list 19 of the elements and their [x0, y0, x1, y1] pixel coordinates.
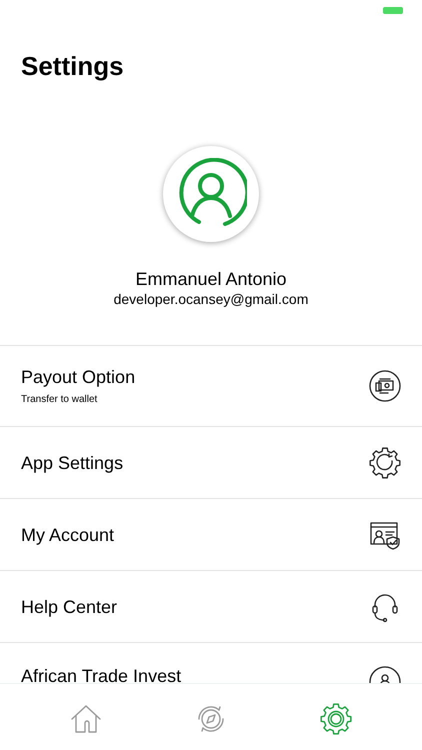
settings-row[interactable]: Payout Option Transfer to wallet	[0, 345, 422, 426]
row-label: My Account	[21, 524, 116, 546]
payout-icon	[368, 369, 402, 403]
row-label: App Settings	[21, 452, 124, 474]
battery-icon	[383, 7, 403, 14]
page-title: Settings	[21, 50, 125, 82]
settings-row[interactable]: Help Center	[0, 570, 422, 642]
user-name: Emmanuel Antonio	[135, 268, 287, 290]
row-subtitle: Transfer to wallet	[21, 392, 98, 406]
avatar[interactable]	[163, 146, 259, 242]
row-label: Payout Option	[21, 366, 136, 388]
user-email: developer.ocansey@gmail.com	[114, 290, 308, 308]
settings-icon	[368, 446, 402, 480]
row-label: African Trade Invest	[21, 665, 182, 683]
tab-settings[interactable]	[318, 702, 353, 736]
row-label: Help Center	[21, 596, 118, 618]
settings-row[interactable]: African Trade Invest	[0, 642, 422, 683]
settings-row[interactable]: App Settings	[0, 426, 422, 498]
settings-row[interactable]: My Account	[0, 498, 422, 570]
